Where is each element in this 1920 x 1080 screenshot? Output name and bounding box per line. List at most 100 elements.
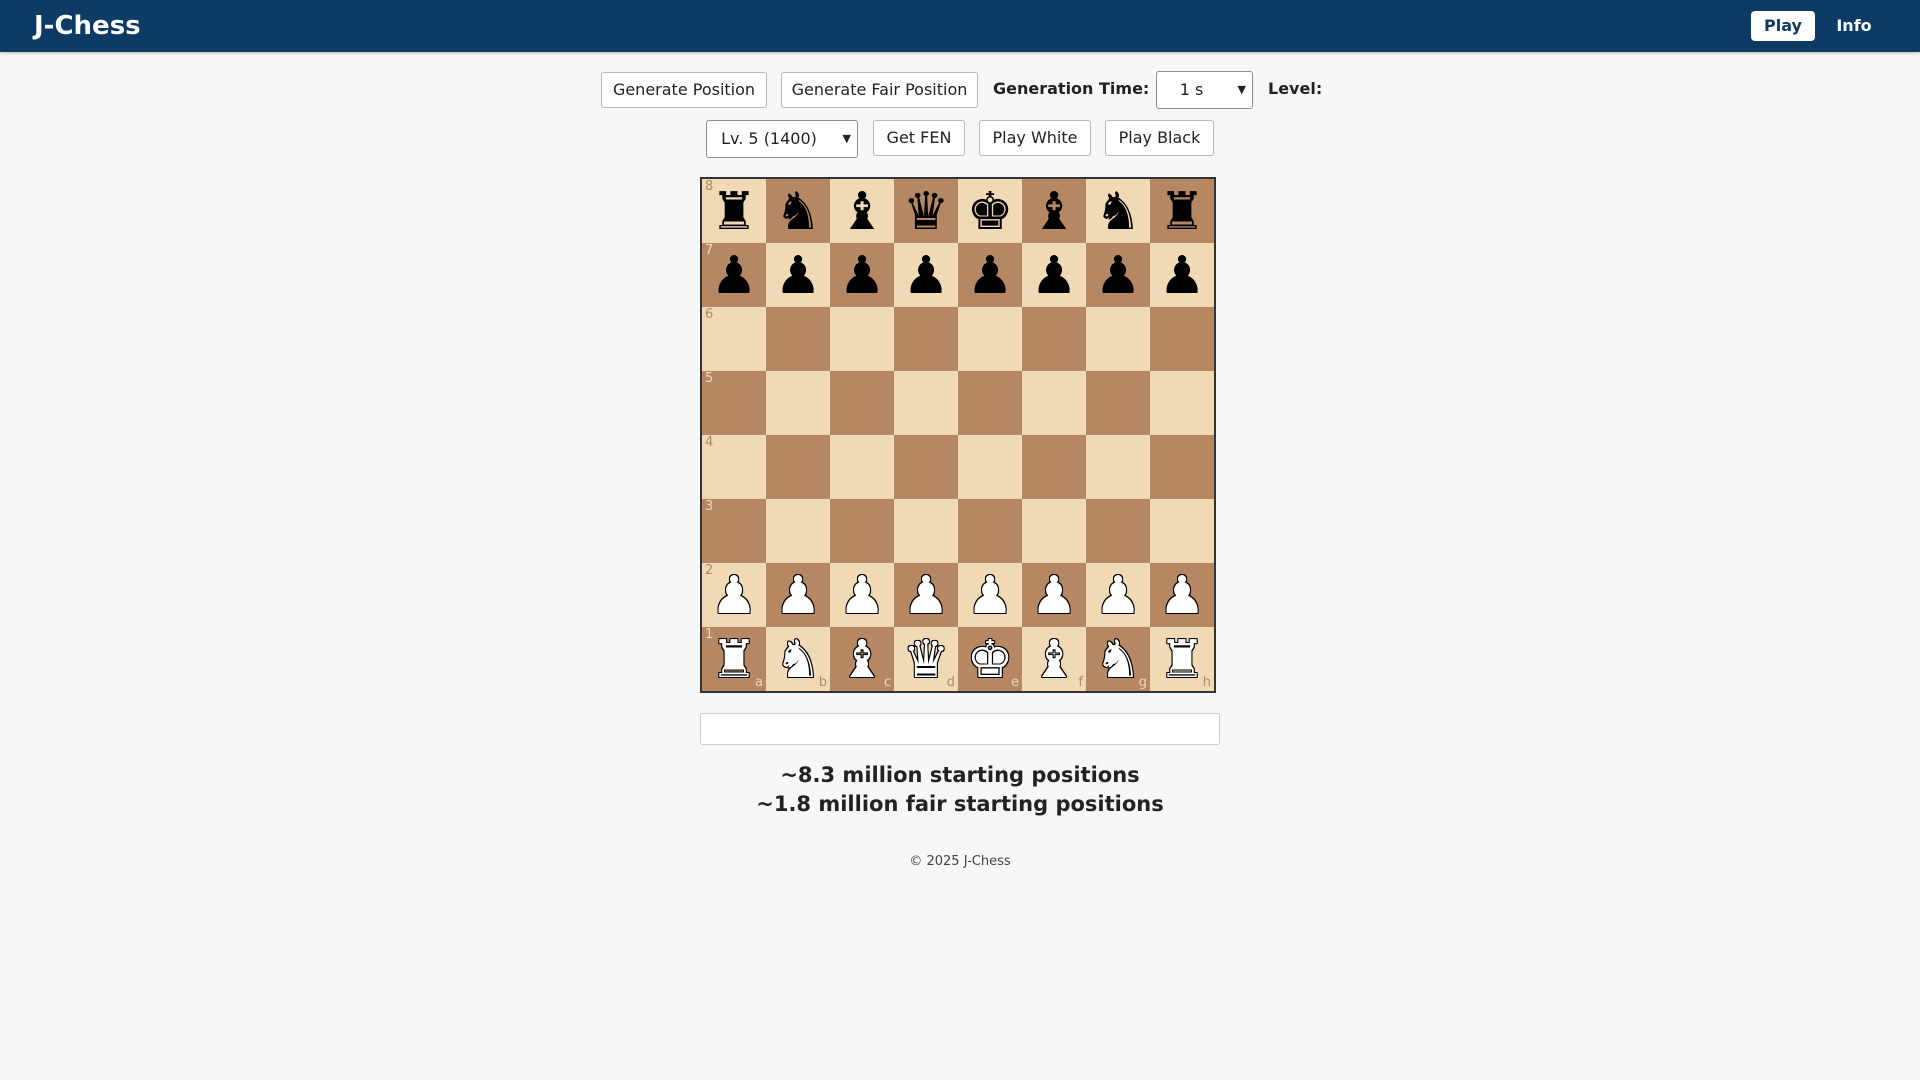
square-h6[interactable] bbox=[1150, 307, 1214, 371]
square-h2[interactable]: ♟ bbox=[1150, 563, 1214, 627]
square-c1[interactable]: c ♝ bbox=[830, 627, 894, 691]
black-pawn-icon[interactable]: ♟ bbox=[958, 245, 1022, 307]
black-bishop-icon[interactable]: ♝ bbox=[830, 181, 894, 243]
square-g6[interactable] bbox=[1086, 307, 1150, 371]
square-f8[interactable]: ♝ bbox=[1022, 179, 1086, 243]
square-f5[interactable] bbox=[1022, 371, 1086, 435]
square-e1[interactable]: e ♚ bbox=[958, 627, 1022, 691]
generation-time-select[interactable]: 1 s ▼ bbox=[1156, 71, 1253, 109]
white-bishop-icon[interactable]: ♝ bbox=[830, 629, 894, 691]
white-knight-icon[interactable]: ♞ bbox=[1086, 629, 1150, 691]
square-f1[interactable]: f ♝ bbox=[1022, 627, 1086, 691]
black-pawn-icon[interactable]: ♟ bbox=[830, 245, 894, 307]
generate-position-button[interactable]: Generate Position bbox=[601, 72, 767, 108]
white-pawn-icon[interactable]: ♟ bbox=[1086, 565, 1150, 627]
square-a8[interactable]: 8 ♜ bbox=[702, 179, 766, 243]
square-h7[interactable]: ♟ bbox=[1150, 243, 1214, 307]
square-b6[interactable] bbox=[766, 307, 830, 371]
square-g2[interactable]: ♟ bbox=[1086, 563, 1150, 627]
square-a6[interactable]: 6 bbox=[702, 307, 766, 371]
black-pawn-icon[interactable]: ♟ bbox=[1086, 245, 1150, 307]
square-e4[interactable] bbox=[958, 435, 1022, 499]
square-e7[interactable]: ♟ bbox=[958, 243, 1022, 307]
square-g5[interactable] bbox=[1086, 371, 1150, 435]
square-d1[interactable]: d ♛ bbox=[894, 627, 958, 691]
white-pawn-icon[interactable]: ♟ bbox=[1022, 565, 1086, 627]
square-e5[interactable] bbox=[958, 371, 1022, 435]
square-f4[interactable] bbox=[1022, 435, 1086, 499]
square-g3[interactable] bbox=[1086, 499, 1150, 563]
square-g8[interactable]: ♞ bbox=[1086, 179, 1150, 243]
chess-board[interactable]: 8 ♜ ♞ ♝ ♛ ♚ ♝ ♞ ♜ 7 ♟ ♟ ♟ ♟ ♟ ♟ ♟ ♟ 6 5 4 3 2 ♟ ♟ ♟ ♟ ♟ ♟ ♟ ♟ 1 a ♜ b ♞ c ♝ d ♛… bbox=[700, 177, 1216, 693]
square-b7[interactable]: ♟ bbox=[766, 243, 830, 307]
square-g1[interactable]: g ♞ bbox=[1086, 627, 1150, 691]
square-g7[interactable]: ♟ bbox=[1086, 243, 1150, 307]
square-c3[interactable] bbox=[830, 499, 894, 563]
square-b8[interactable]: ♞ bbox=[766, 179, 830, 243]
white-rook-icon[interactable]: ♜ bbox=[702, 629, 766, 691]
black-knight-icon[interactable]: ♞ bbox=[1086, 181, 1150, 243]
square-f3[interactable] bbox=[1022, 499, 1086, 563]
black-pawn-icon[interactable]: ♟ bbox=[1022, 245, 1086, 307]
square-c7[interactable]: ♟ bbox=[830, 243, 894, 307]
white-pawn-icon[interactable]: ♟ bbox=[766, 565, 830, 627]
white-bishop-icon[interactable]: ♝ bbox=[1022, 629, 1086, 691]
square-f2[interactable]: ♟ bbox=[1022, 563, 1086, 627]
square-f6[interactable] bbox=[1022, 307, 1086, 371]
square-c6[interactable] bbox=[830, 307, 894, 371]
square-b4[interactable] bbox=[766, 435, 830, 499]
square-d5[interactable] bbox=[894, 371, 958, 435]
square-h4[interactable] bbox=[1150, 435, 1214, 499]
generate-fair-position-button[interactable]: Generate Fair Position bbox=[781, 72, 978, 108]
black-rook-icon[interactable]: ♜ bbox=[1150, 181, 1214, 243]
black-pawn-icon[interactable]: ♟ bbox=[1150, 245, 1214, 307]
square-d7[interactable]: ♟ bbox=[894, 243, 958, 307]
white-pawn-icon[interactable]: ♟ bbox=[830, 565, 894, 627]
square-d6[interactable] bbox=[894, 307, 958, 371]
level-select[interactable]: Lv. 5 (1400) ▼ bbox=[706, 120, 858, 158]
square-c2[interactable]: ♟ bbox=[830, 563, 894, 627]
play-black-button[interactable]: Play Black bbox=[1105, 120, 1214, 156]
square-c4[interactable] bbox=[830, 435, 894, 499]
brand-title[interactable]: J-Chess bbox=[34, 0, 141, 52]
white-king-icon[interactable]: ♚ bbox=[958, 629, 1022, 691]
square-b3[interactable] bbox=[766, 499, 830, 563]
black-knight-icon[interactable]: ♞ bbox=[766, 181, 830, 243]
square-d2[interactable]: ♟ bbox=[894, 563, 958, 627]
white-pawn-icon[interactable]: ♟ bbox=[958, 565, 1022, 627]
square-a5[interactable]: 5 bbox=[702, 371, 766, 435]
square-a3[interactable]: 3 bbox=[702, 499, 766, 563]
white-pawn-icon[interactable]: ♟ bbox=[894, 565, 958, 627]
black-queen-icon[interactable]: ♛ bbox=[894, 181, 958, 243]
white-pawn-icon[interactable]: ♟ bbox=[1150, 565, 1214, 627]
nav-play-button[interactable]: Play bbox=[1751, 11, 1815, 41]
white-queen-icon[interactable]: ♛ bbox=[894, 629, 958, 691]
get-fen-button[interactable]: Get FEN bbox=[873, 120, 965, 156]
square-f7[interactable]: ♟ bbox=[1022, 243, 1086, 307]
white-pawn-icon[interactable]: ♟ bbox=[702, 565, 766, 627]
black-king-icon[interactable]: ♚ bbox=[958, 181, 1022, 243]
square-e6[interactable] bbox=[958, 307, 1022, 371]
black-bishop-icon[interactable]: ♝ bbox=[1022, 181, 1086, 243]
fen-output-field[interactable] bbox=[700, 713, 1220, 745]
square-b2[interactable]: ♟ bbox=[766, 563, 830, 627]
black-pawn-icon[interactable]: ♟ bbox=[894, 245, 958, 307]
square-b5[interactable] bbox=[766, 371, 830, 435]
square-e8[interactable]: ♚ bbox=[958, 179, 1022, 243]
nav-info-link[interactable]: Info bbox=[1824, 11, 1884, 41]
square-a4[interactable]: 4 bbox=[702, 435, 766, 499]
square-d8[interactable]: ♛ bbox=[894, 179, 958, 243]
square-c8[interactable]: ♝ bbox=[830, 179, 894, 243]
square-a1[interactable]: 1 a ♜ bbox=[702, 627, 766, 691]
square-a7[interactable]: 7 ♟ bbox=[702, 243, 766, 307]
square-g4[interactable] bbox=[1086, 435, 1150, 499]
square-d4[interactable] bbox=[894, 435, 958, 499]
square-e2[interactable]: ♟ bbox=[958, 563, 1022, 627]
square-h3[interactable] bbox=[1150, 499, 1214, 563]
square-d3[interactable] bbox=[894, 499, 958, 563]
black-rook-icon[interactable]: ♜ bbox=[702, 181, 766, 243]
white-knight-icon[interactable]: ♞ bbox=[766, 629, 830, 691]
play-white-button[interactable]: Play White bbox=[979, 120, 1091, 156]
square-h1[interactable]: h ♜ bbox=[1150, 627, 1214, 691]
square-h8[interactable]: ♜ bbox=[1150, 179, 1214, 243]
